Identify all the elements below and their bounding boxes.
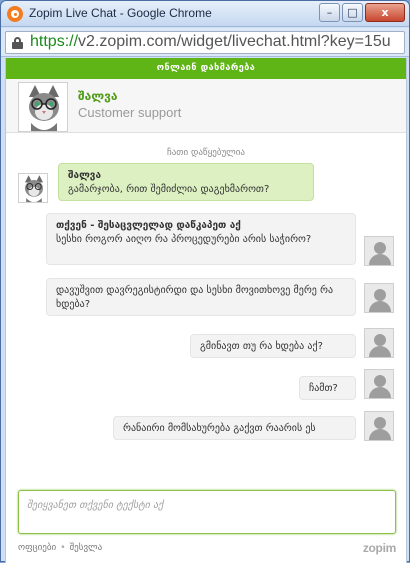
agent-header: შალვა Customer support [6,79,406,133]
message-text: გამარჯობა, რით შემიძლია დაგეხმაროთ? [68,184,270,195]
chat-started-notice: ჩათი დაწყებულია [167,148,245,158]
message-text: გმინავთ თუ რა ხდება აქ? [200,341,323,352]
cat-avatar-icon [19,174,47,202]
lock-icon [12,37,23,49]
minimize-button[interactable]: – [319,3,340,22]
cat-avatar-icon [19,83,67,131]
close-button[interactable]: x [365,3,405,22]
visitor-avatar-icon [364,236,394,266]
message-composer[interactable] [18,490,396,534]
visitor-message: დავუშვით დავრეგისტირდი და სესხი მოვითხოვ… [46,278,356,316]
visitor-message: გმინავთ თუ რა ხდება აქ? [190,334,356,358]
visitor-message: თქვენ - შესაცვლელად დაწკაპეთ აქ სესხი რო… [46,213,356,265]
login-link[interactable]: შესვლა [70,543,103,553]
agent-message-avatar [18,173,48,203]
browser-window: Zopim Live Chat - Google Chrome – □ x ht… [0,0,410,563]
message-sender: შალვა [68,170,101,181]
visitor-avatar-icon [364,411,394,441]
widget-footer: ოფციები • შესვლა zopim [6,541,406,561]
chat-log[interactable]: ჩათი დაწყებულია შალვა გამარჯობა, რით შემ… [6,133,406,495]
agent-message: შალვა გამარჯობა, რით შემიძლია დაგეხმაროთ… [58,163,314,201]
options-link[interactable]: ოფციები [18,543,56,553]
url-path: v2.zopim.com/widget/livechat.html?key=15… [78,33,391,50]
visitor-message: ჩამთ? [299,376,356,400]
footer-links: ოფციები • შესვლა [18,543,102,553]
url-text: https://v2.zopim.com/widget/livechat.htm… [30,33,391,51]
title-bar[interactable]: Zopim Live Chat - Google Chrome – □ x [1,1,409,27]
agent-avatar [18,82,68,132]
visitor-name-link[interactable]: თქვენ - შესაცვლელად დაწკაპეთ აქ [56,219,346,233]
message-text: რანაირი მომსახურება გაქვთ რაარის ეს [123,423,316,434]
status-bar[interactable]: ონლაინ დახმარება [6,58,406,79]
zopim-icon [7,6,23,22]
maximize-button[interactable]: □ [342,3,363,22]
chat-widget: ონლაინ დახმარება შალვა Customer support … [5,58,407,563]
footer-separator: • [60,543,66,553]
message-text: ჩამთ? [309,383,338,394]
visitor-message: რანაირი მომსახურება გაქვთ რაარის ეს [113,416,356,440]
visitor-avatar-icon [364,328,394,358]
message-text: დავუშვით დავრეგისტირდი და სესხი მოვითხოვ… [56,285,334,310]
visitor-avatar-icon [364,369,394,399]
window-title: Zopim Live Chat - Google Chrome [29,6,212,20]
agent-role: Customer support [78,105,182,120]
address-bar: https://v2.zopim.com/widget/livechat.htm… [1,28,409,57]
message-input[interactable] [19,491,395,533]
message-text: სესხი როგორ აიღო რა პროცედურები არის საჭ… [56,234,312,245]
url-scheme: https:// [30,33,79,50]
visitor-avatar-icon [364,283,394,313]
agent-name: შალვა [78,89,118,103]
url-field[interactable]: https://v2.zopim.com/widget/livechat.htm… [5,31,405,54]
zopim-logo[interactable]: zopim [363,541,396,555]
